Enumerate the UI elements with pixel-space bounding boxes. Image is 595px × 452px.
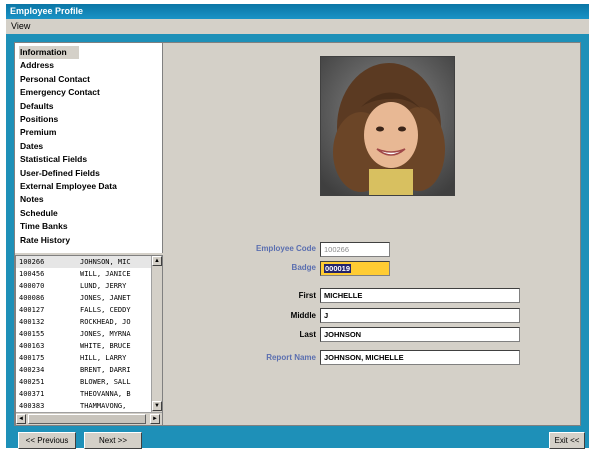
nav-item-user-defined-fields[interactable]: User-Defined Fields <box>20 167 162 180</box>
employee-name: FALLS, CEDDY <box>80 306 131 314</box>
menu-bar: View <box>6 19 589 34</box>
employee-code: 400086 <box>19 294 45 302</box>
employee-photo <box>320 56 455 196</box>
window-title: Employee Profile <box>6 4 589 19</box>
employee-list[interactable]: 100266 JOHNSON, MIC 100456 WILL, JANICE 40… <box>15 255 163 426</box>
employee-name: ROCKHEAD, JO <box>80 318 131 326</box>
bottom-toolbar: << Previous Next >> Exit << <box>6 426 589 449</box>
employee-code-field: 100266 <box>320 242 390 257</box>
employee-profile-window: Employee Profile View Information Addres… <box>6 4 589 449</box>
list-item[interactable]: 400251 BLOWER, SALL <box>16 376 162 388</box>
middle-name-label: Middle <box>290 311 316 320</box>
employee-name: THEOVANNA, B <box>80 390 131 398</box>
list-item[interactable]: 400132 ROCKHEAD, JO <box>16 316 162 328</box>
report-name-label: Report Name <box>266 353 316 362</box>
nav-item-rate-history[interactable]: Rate History <box>20 234 162 247</box>
exit-button[interactable]: Exit << <box>549 432 585 449</box>
employee-name: LUND, JERRY <box>80 282 127 290</box>
list-item[interactable]: 100266 JOHNSON, MIC <box>16 256 162 268</box>
nav-item-premium[interactable]: Premium <box>20 126 162 139</box>
list-item[interactable]: 100456 WILL, JANICE <box>16 268 162 280</box>
last-name-label: Last <box>299 330 316 339</box>
report-name-field[interactable]: JOHNSON, MICHELLE <box>320 350 520 365</box>
scroll-up-icon[interactable]: ▲ <box>152 256 162 266</box>
employee-name: BRENT, DARRI <box>80 366 131 374</box>
employee-name: JONES, MYRNA <box>80 330 131 338</box>
employee-code: 400127 <box>19 306 45 314</box>
portrait-image <box>321 57 454 195</box>
employee-code: 400383 <box>19 402 45 410</box>
next-button[interactable]: Next >> <box>84 432 142 449</box>
nav-item-time-banks[interactable]: Time Banks <box>20 220 162 233</box>
last-name-field[interactable]: JOHNSON <box>320 327 520 342</box>
list-item[interactable]: 400127 FALLS, CEDDY <box>16 304 162 316</box>
middle-name-field[interactable]: J <box>320 308 520 323</box>
nav-item-statistical-fields[interactable]: Statistical Fields <box>20 153 162 166</box>
employee-name: JOHNSON, MIC <box>80 258 131 266</box>
list-item[interactable]: 400086 JONES, JANET <box>16 292 162 304</box>
nav-item-dates[interactable]: Dates <box>20 140 162 153</box>
employee-code: 400132 <box>19 318 45 326</box>
badge-label: Badge <box>291 263 316 272</box>
nav-item-external-employee-data[interactable]: External Employee Data <box>20 180 162 193</box>
nav-item-positions[interactable]: Positions <box>20 113 162 126</box>
scroll-left-icon[interactable]: ◄ <box>16 414 26 424</box>
nav-item-personal-contact[interactable]: Personal Contact <box>20 73 162 86</box>
employee-code: 400155 <box>19 330 45 338</box>
vertical-scrollbar[interactable]: ▲ ▼ <box>151 256 162 413</box>
nav-item-defaults[interactable]: Defaults <box>20 100 162 113</box>
scroll-right-icon[interactable]: ► <box>150 414 160 424</box>
employee-code: 100456 <box>19 270 45 278</box>
list-item[interactable]: 400371 THEOVANNA, B <box>16 388 162 400</box>
employee-code: 400371 <box>19 390 45 398</box>
employee-code: 400070 <box>19 282 45 290</box>
employee-code: 400234 <box>19 366 45 374</box>
employee-code: 400175 <box>19 354 45 362</box>
employee-code-label: Employee Code <box>255 244 316 253</box>
profile-panel: Information Address Personal Contact Eme… <box>14 42 581 426</box>
nav-item-address[interactable]: Address <box>20 59 162 72</box>
employee-name: WHITE, BRUCE <box>80 342 131 350</box>
scroll-thumb[interactable] <box>28 414 146 424</box>
first-name-field[interactable]: MICHELLE <box>320 288 520 303</box>
nav-item-notes[interactable]: Notes <box>20 193 162 206</box>
scroll-down-icon[interactable]: ▼ <box>152 401 162 411</box>
nav-item-emergency-contact[interactable]: Emergency Contact <box>20 86 162 99</box>
badge-field[interactable]: 000019 <box>320 261 390 276</box>
employee-code: 100266 <box>19 258 45 266</box>
employee-code: 400163 <box>19 342 45 350</box>
employee-name: BLOWER, SALL <box>80 378 131 386</box>
menu-view[interactable]: View <box>11 21 30 31</box>
list-item[interactable]: 400155 JONES, MYRNA <box>16 328 162 340</box>
list-item[interactable]: 400070 LUND, JERRY <box>16 280 162 292</box>
employee-name: HILL, LARRY <box>80 354 127 362</box>
previous-button[interactable]: << Previous <box>18 432 76 449</box>
list-item[interactable]: 400234 BRENT, DARRI <box>16 364 162 376</box>
nav-item-information[interactable]: Information <box>19 46 79 60</box>
badge-value: 000019 <box>324 264 352 273</box>
horizontal-scrollbar[interactable]: ◄ ► <box>16 412 162 425</box>
nav-item-schedule[interactable]: Schedule <box>20 207 162 220</box>
list-item[interactable]: 400175 HILL, LARRY <box>16 352 162 364</box>
section-nav: Information Address Personal Contact Eme… <box>15 43 163 253</box>
first-name-label: First <box>298 291 316 300</box>
list-item[interactable]: 400163 WHITE, BRUCE <box>16 340 162 352</box>
employee-name: WILL, JANICE <box>80 270 131 278</box>
employee-name: THAMMAVONG, <box>80 402 127 410</box>
list-item[interactable]: 400383 THAMMAVONG, <box>16 400 162 412</box>
employee-name: JONES, JANET <box>80 294 131 302</box>
employee-code: 400251 <box>19 378 45 386</box>
